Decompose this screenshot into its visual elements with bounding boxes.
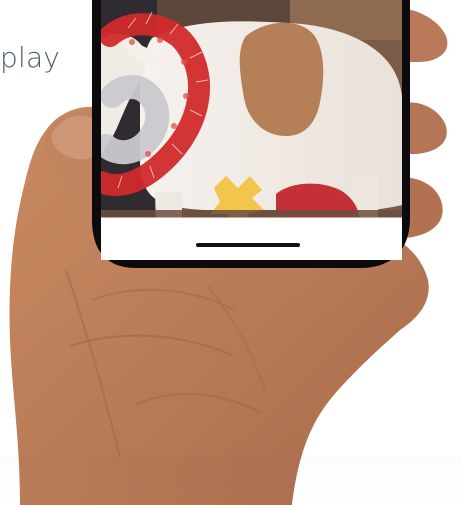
hand-holding-phone-illustration — [0, 0, 462, 505]
phone — [92, 0, 410, 268]
photo-scene: play — [0, 0, 462, 505]
home-indicator-bar — [196, 243, 300, 247]
